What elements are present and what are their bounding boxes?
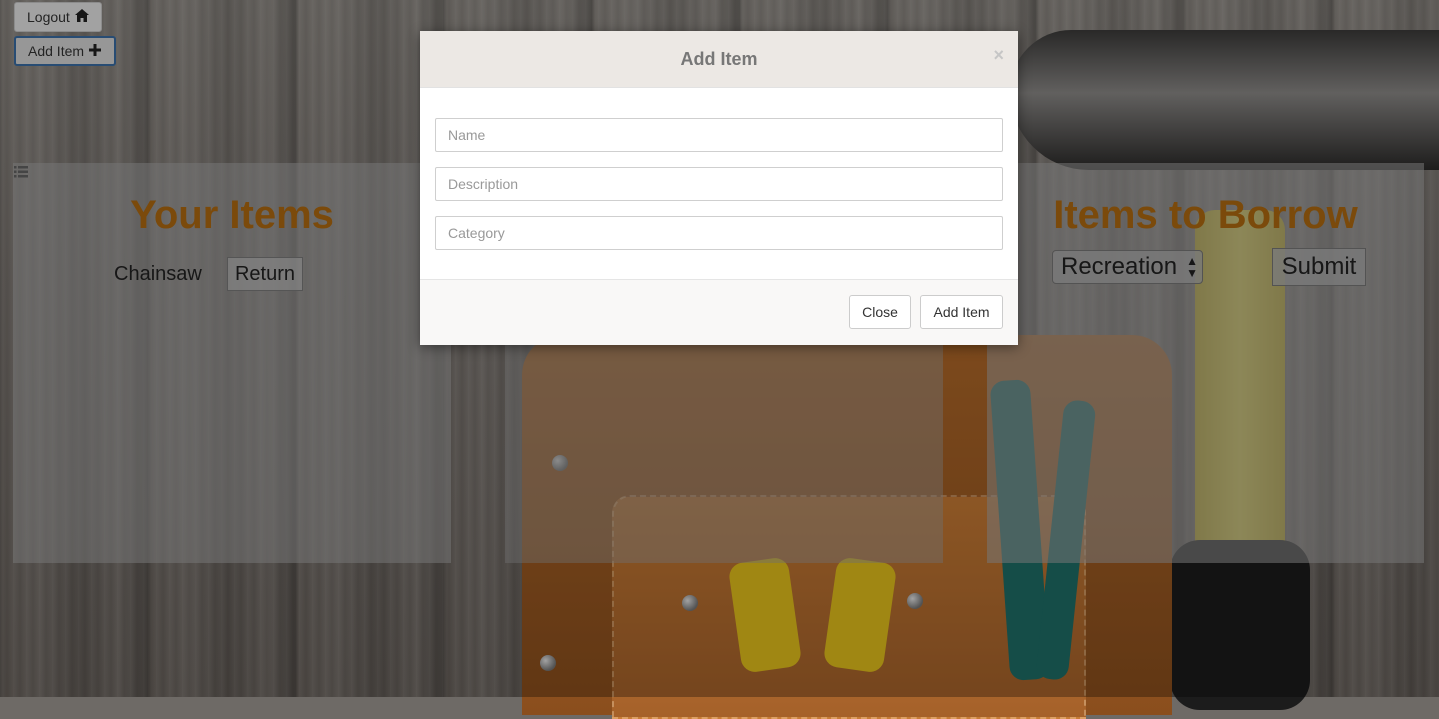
close-icon[interactable]: × [993,45,1004,66]
add-item-modal: Add Item × Close Add Item [420,31,1018,345]
modal-title: Add Item [680,48,758,69]
name-input[interactable] [435,118,1003,152]
description-input[interactable] [435,167,1003,201]
modal-header: Add Item × [420,31,1018,88]
modal-body [420,88,1018,250]
close-button[interactable]: Close [849,295,911,329]
add-item-submit-button[interactable]: Add Item [920,295,1003,329]
category-input[interactable] [435,216,1003,250]
modal-footer: Close Add Item [420,279,1018,345]
